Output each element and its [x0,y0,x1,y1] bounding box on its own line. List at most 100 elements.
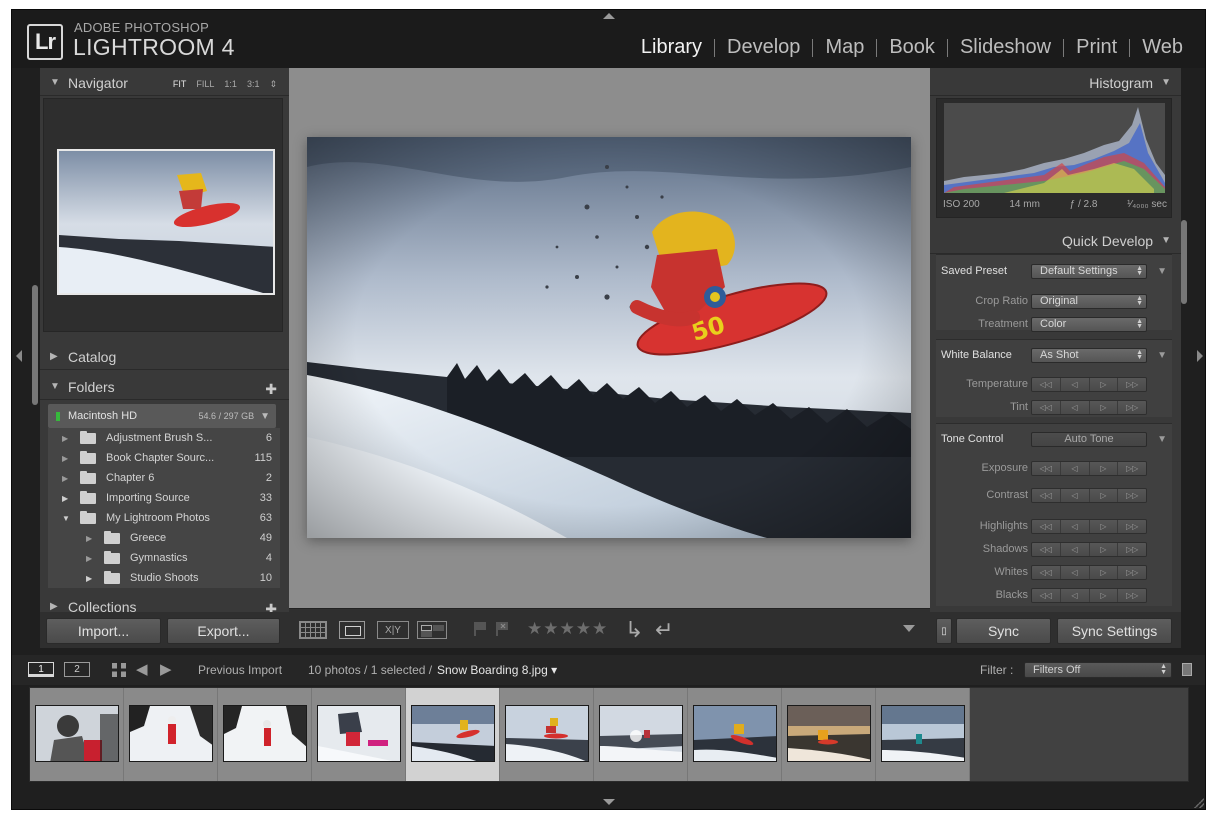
zoom-fit-option[interactable]: FIT [173,79,187,90]
large-increase-button[interactable]: ▷▷ [1118,488,1146,502]
filmstrip-thumbnail[interactable] [411,705,495,762]
sync-button[interactable]: Sync [956,618,1051,644]
folder-expand-icon[interactable]: ▶ [86,534,92,543]
filmstrip-cell[interactable] [782,688,876,781]
flag-icon[interactable] [473,621,487,637]
filmstrip-thumbnail[interactable] [787,705,871,762]
increase-button[interactable]: ▷ [1089,542,1119,556]
large-increase-button[interactable]: ▷▷ [1118,400,1146,414]
section-collapse-icon[interactable]: ▼ [1157,266,1167,277]
module-library[interactable]: Library [629,36,714,59]
filmstrip-cell[interactable] [30,688,124,781]
filmstrip-thumbnail[interactable] [505,705,589,762]
volume-collapse-icon[interactable]: ▼ [260,411,270,422]
rotate-left-icon[interactable]: ↳ [625,617,643,643]
compare-view-icon[interactable]: X|Y [377,621,409,639]
sync-settings-button[interactable]: Sync Settings [1057,618,1172,644]
module-print[interactable]: Print [1064,36,1129,59]
secondary-display-button[interactable]: 2 [64,662,90,677]
add-folder-icon[interactable]: ✚ [265,381,277,398]
import-button[interactable]: Import... [46,618,161,644]
folder-row[interactable]: ▶ Gymnastics 4 [48,548,280,568]
zoom-3-1-option[interactable]: 3:1 [247,79,260,90]
large-decrease-button[interactable]: ◁◁ [1032,588,1061,602]
quick-develop-header[interactable]: Quick Develop ▼ [930,228,1181,254]
large-increase-button[interactable]: ▷▷ [1118,588,1146,602]
navigator-header[interactable]: ▼ Navigator FIT FILL 1:1 3:1 ⇕ [40,70,289,96]
decrease-button[interactable]: ◁ [1060,542,1090,556]
rotate-right-icon[interactable]: ↵ [655,617,673,643]
zoom-more-icon[interactable]: ⇕ [269,79,277,90]
toolbar-content-menu-icon[interactable] [903,625,915,632]
filmstrip-thumbnail[interactable] [317,705,401,762]
folder-row[interactable]: ▼ My Lightroom Photos 63 [48,508,280,528]
folder-collapse-icon[interactable]: ▼ [62,514,70,523]
decrease-button[interactable]: ◁ [1060,461,1090,475]
increase-button[interactable]: ▷ [1089,588,1119,602]
increase-button[interactable]: ▷ [1089,400,1119,414]
folder-row[interactable]: ▶ Adjustment Brush S... 6 [48,428,280,448]
filmstrip-thumbnail[interactable] [129,705,213,762]
folder-expand-icon[interactable]: ▶ [62,474,68,483]
module-book[interactable]: Book [877,36,947,59]
increase-button[interactable]: ▷ [1089,461,1119,475]
histogram-header[interactable]: Histogram ▼ [930,70,1181,96]
collapse-right-panel-icon[interactable] [1197,350,1203,362]
main-photo[interactable]: 50 [307,137,911,538]
collapse-left-panel-icon[interactable] [16,350,22,362]
treatment-select[interactable]: Color ▲ ▼ [1031,316,1147,332]
decrease-button[interactable]: ◁ [1060,377,1090,391]
right-panel-scrollbar[interactable] [1181,220,1187,304]
module-map[interactable]: Map [813,36,876,59]
grid-icon[interactable] [112,663,126,677]
auto-sync-switch[interactable]: ▯ [936,618,952,644]
export-button[interactable]: Export... [167,618,280,644]
large-decrease-button[interactable]: ◁◁ [1032,400,1061,414]
filmstrip-filename[interactable]: Snow Boarding 8.jpg ▾ [437,663,557,677]
volume-macintosh-hd[interactable]: Macintosh HD 54.6 / 297 GB ▼ [48,404,276,428]
folder-expand-icon[interactable]: ▶ [62,434,68,443]
increase-button[interactable]: ▷ [1089,565,1119,579]
survey-view-icon[interactable] [417,621,447,639]
large-decrease-button[interactable]: ◁◁ [1032,488,1061,502]
star-rating[interactable]: ★★★★★ [527,619,608,639]
navigator-thumbnail[interactable] [57,149,275,295]
filmstrip-cell-selected[interactable] [406,688,500,781]
folder-expand-icon[interactable]: ▶ [86,554,92,563]
white-balance-select[interactable]: As Shot ▲ ▼ [1031,347,1147,363]
module-develop[interactable]: Develop [715,36,812,59]
large-increase-button[interactable]: ▷▷ [1118,542,1146,556]
increase-button[interactable]: ▷ [1089,488,1119,502]
decrease-button[interactable]: ◁ [1060,488,1090,502]
large-decrease-button[interactable]: ◁◁ [1032,377,1061,391]
folder-expand-icon[interactable]: ▶ [86,574,92,583]
primary-display-button[interactable]: 1 [28,662,54,677]
filmstrip-cell[interactable] [500,688,594,781]
filmstrip-thumbnail[interactable] [693,705,777,762]
large-increase-button[interactable]: ▷▷ [1118,519,1146,533]
filmstrip-thumbnail[interactable] [881,705,965,762]
filmstrip-thumbnail[interactable] [223,705,307,762]
decrease-button[interactable]: ◁ [1060,519,1090,533]
left-panel-scrollbar[interactable] [32,285,38,405]
grid-view-icon[interactable] [299,621,327,639]
increase-button[interactable]: ▷ [1089,377,1119,391]
large-decrease-button[interactable]: ◁◁ [1032,542,1061,556]
folders-header[interactable]: ▼ Folders ✚ [40,374,289,400]
large-decrease-button[interactable]: ◁◁ [1032,519,1061,533]
folder-row[interactable]: ▶ Book Chapter Sourc... 115 [48,448,280,468]
forward-arrow-icon[interactable]: ▶ [160,660,172,678]
filmstrip-cell[interactable] [312,688,406,781]
filmstrip-source[interactable]: Previous Import [198,663,282,677]
window-resize-grip[interactable] [1194,798,1204,808]
saved-preset-select[interactable]: Default Settings ▲ ▼ [1031,263,1147,279]
back-arrow-icon[interactable]: ◀ [136,660,148,678]
filmstrip-thumbnail[interactable] [599,705,683,762]
folder-expand-icon[interactable]: ▶ [62,494,68,503]
filter-select[interactable]: Filters Off ▲ ▼ [1024,662,1172,678]
filmstrip-cell[interactable] [876,688,970,781]
decrease-button[interactable]: ◁ [1060,400,1090,414]
folder-row[interactable]: ▶ Studio Shoots 10 [48,568,280,588]
filmstrip-cell[interactable] [124,688,218,781]
filmstrip-cell[interactable] [218,688,312,781]
